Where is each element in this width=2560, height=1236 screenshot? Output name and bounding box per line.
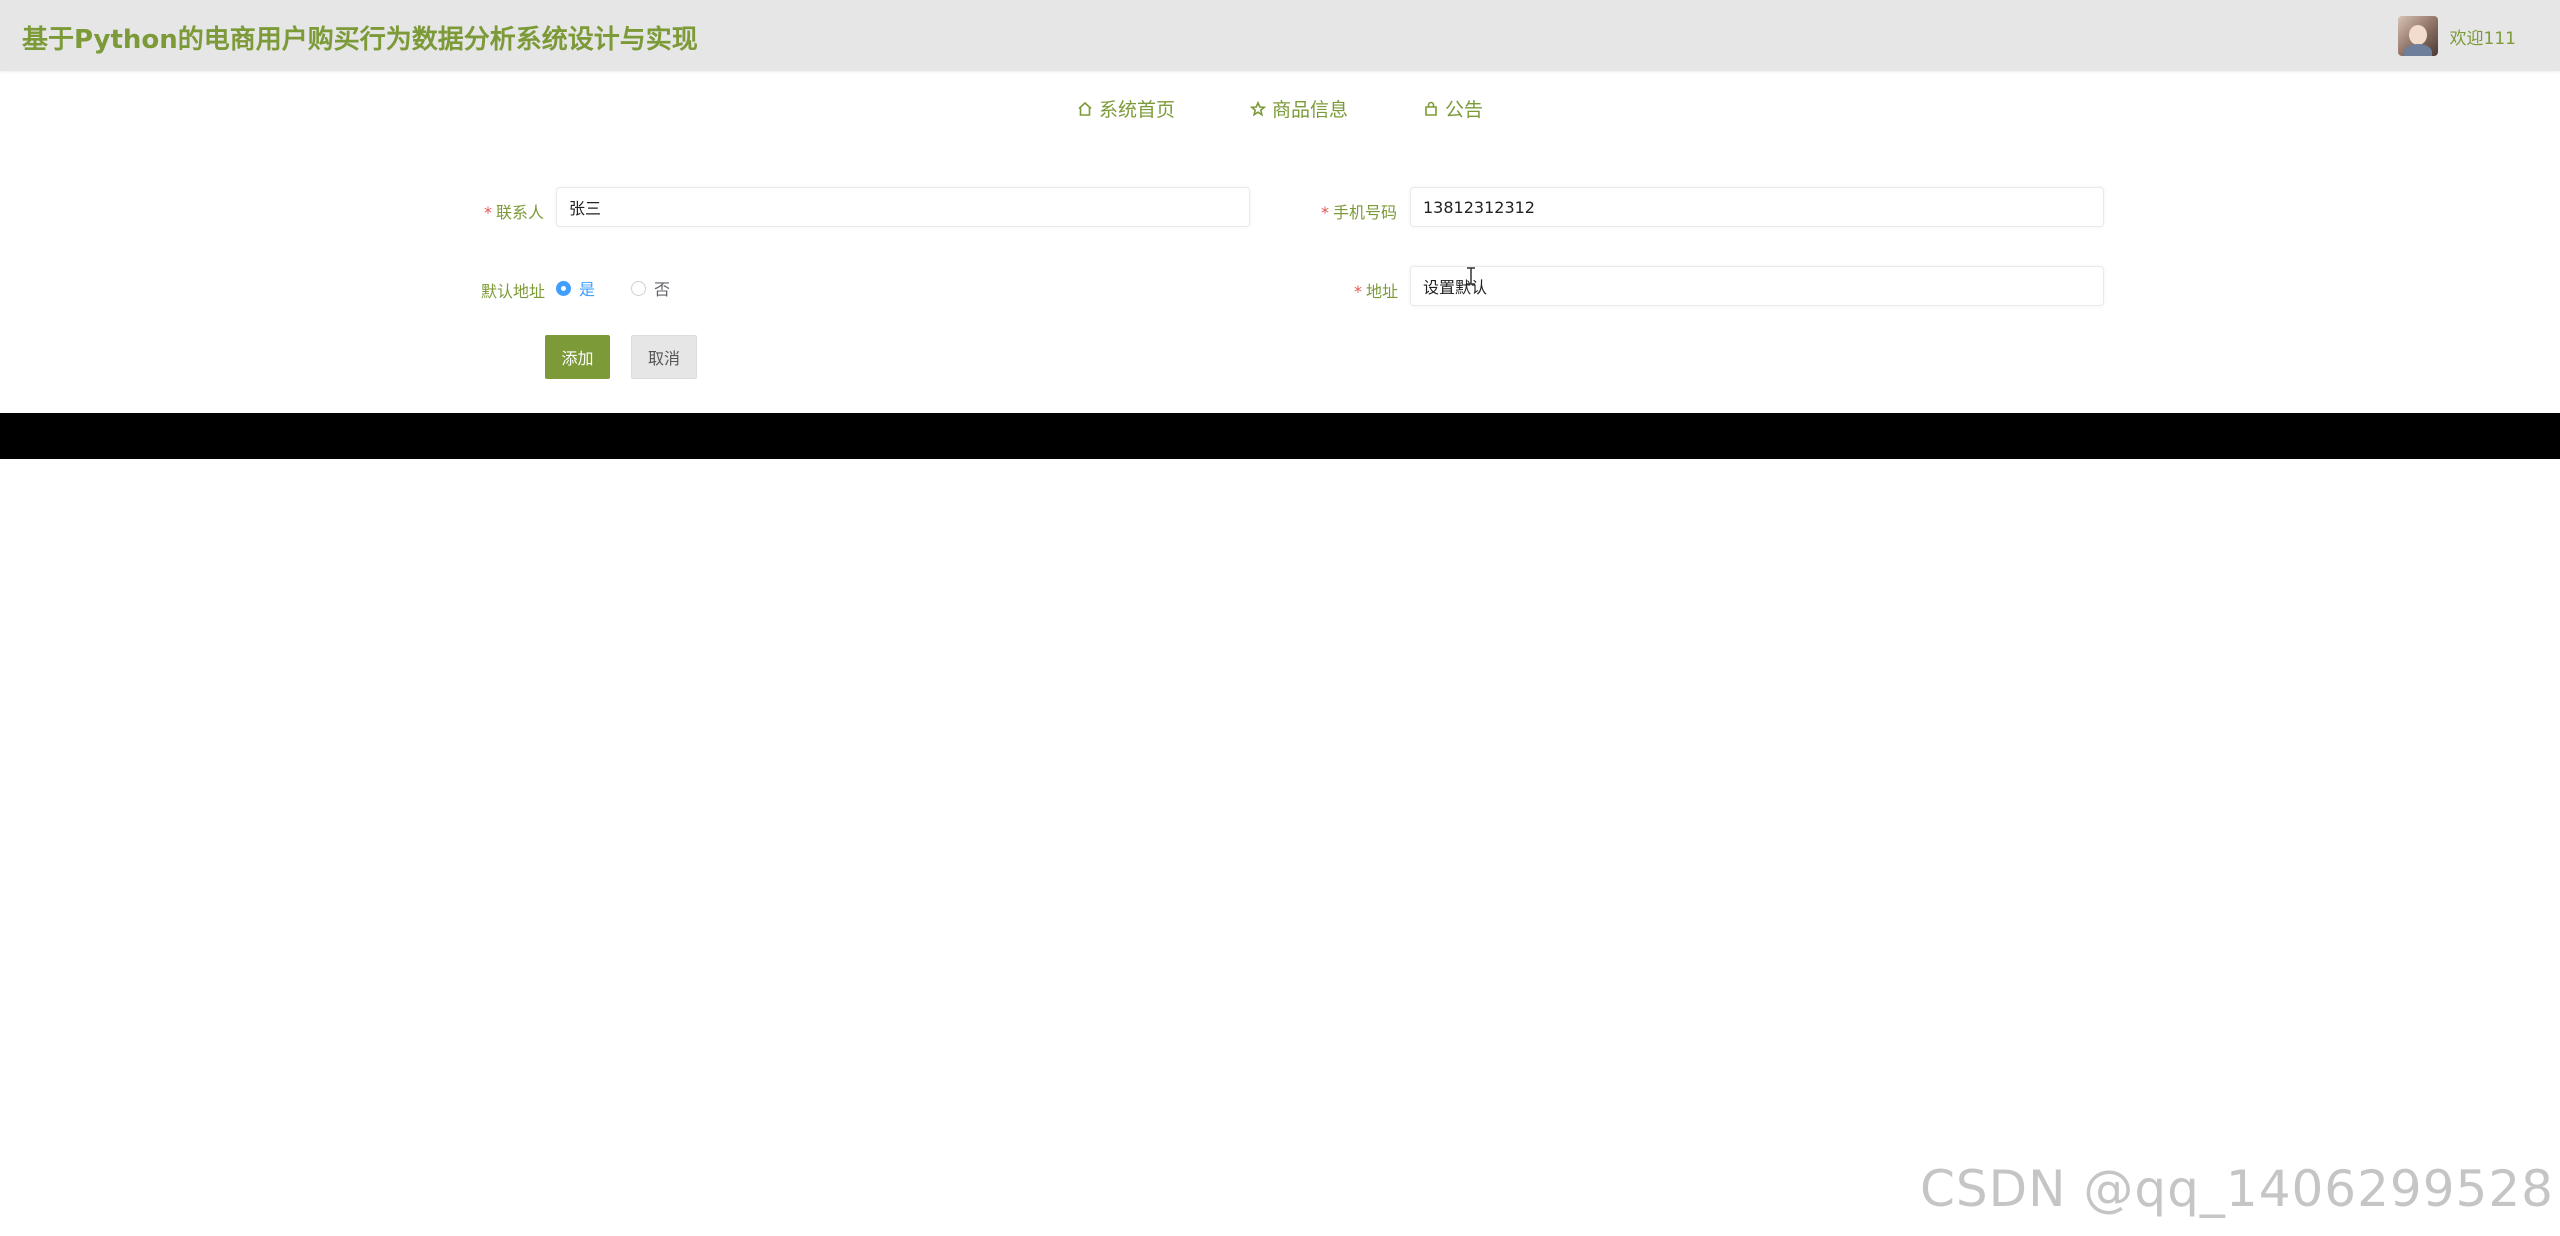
phone-label-text: 手机号码: [1333, 203, 1398, 222]
user-area[interactable]: 欢迎111: [2397, 16, 2516, 56]
required-mark: *: [1354, 282, 1362, 301]
nav-item-label: 系统首页: [1099, 99, 1176, 121]
contact-input[interactable]: [556, 187, 1250, 227]
default-address-radio-group: 是 否: [556, 276, 706, 300]
app-title: 基于Python的电商用户购买行为数据分析系统设计与实现: [22, 25, 698, 55]
welcome-text[interactable]: 欢迎111: [2450, 24, 2516, 49]
default-address-yes-radio[interactable]: 是: [556, 276, 595, 300]
contact-label-text: 联系人: [496, 203, 545, 222]
bag-icon: [1425, 101, 1437, 116]
default-address-label: 默认地址: [481, 278, 545, 302]
user-avatar[interactable]: [2397, 16, 2438, 56]
top-header-bar: 基于Python的电商用户购买行为数据分析系统设计与实现 欢迎111: [0, 0, 2560, 71]
cancel-button[interactable]: 取消: [631, 335, 697, 379]
radio-checked-icon[interactable]: [556, 280, 571, 296]
star-icon: [1250, 100, 1266, 116]
nav-item-home[interactable]: 系统首页: [1077, 95, 1175, 122]
phone-input[interactable]: [1410, 187, 2104, 227]
footer-bar: [0, 413, 2560, 459]
required-mark: *: [1321, 203, 1329, 222]
main-nav: 系统首页 商品信息 公告: [0, 71, 2560, 145]
required-mark: *: [484, 203, 492, 222]
contact-label: * 联系人: [484, 199, 544, 223]
nav-item-goods[interactable]: 商品信息: [1250, 95, 1348, 122]
radio-label-yes: 是: [579, 280, 596, 299]
radio-label-no: 否: [654, 280, 671, 299]
nav-item-label: 公告: [1445, 99, 1484, 121]
default-address-no-radio[interactable]: 否: [631, 276, 670, 300]
add-button[interactable]: 添加: [545, 335, 610, 379]
watermark-text: CSDN @qq_1406299528: [1919, 1160, 2554, 1218]
nav-item-notice[interactable]: 公告: [1423, 95, 1483, 122]
address-label: * 地址: [1354, 278, 1398, 302]
address-label-text: 地址: [1366, 282, 1399, 301]
text-cursor-icon: [1467, 267, 1475, 285]
address-form: *联系人 *手机号码 默认地址 是 否 *地址 添加 取消: [0, 145, 2560, 413]
home-icon: [1078, 101, 1092, 116]
phone-label: * 手机号码: [1321, 199, 1397, 223]
default-address-label-text: 默认地址: [481, 282, 546, 301]
address-input[interactable]: [1410, 266, 2104, 306]
nav-item-label: 商品信息: [1272, 99, 1349, 121]
radio-unchecked-icon[interactable]: [631, 280, 647, 296]
